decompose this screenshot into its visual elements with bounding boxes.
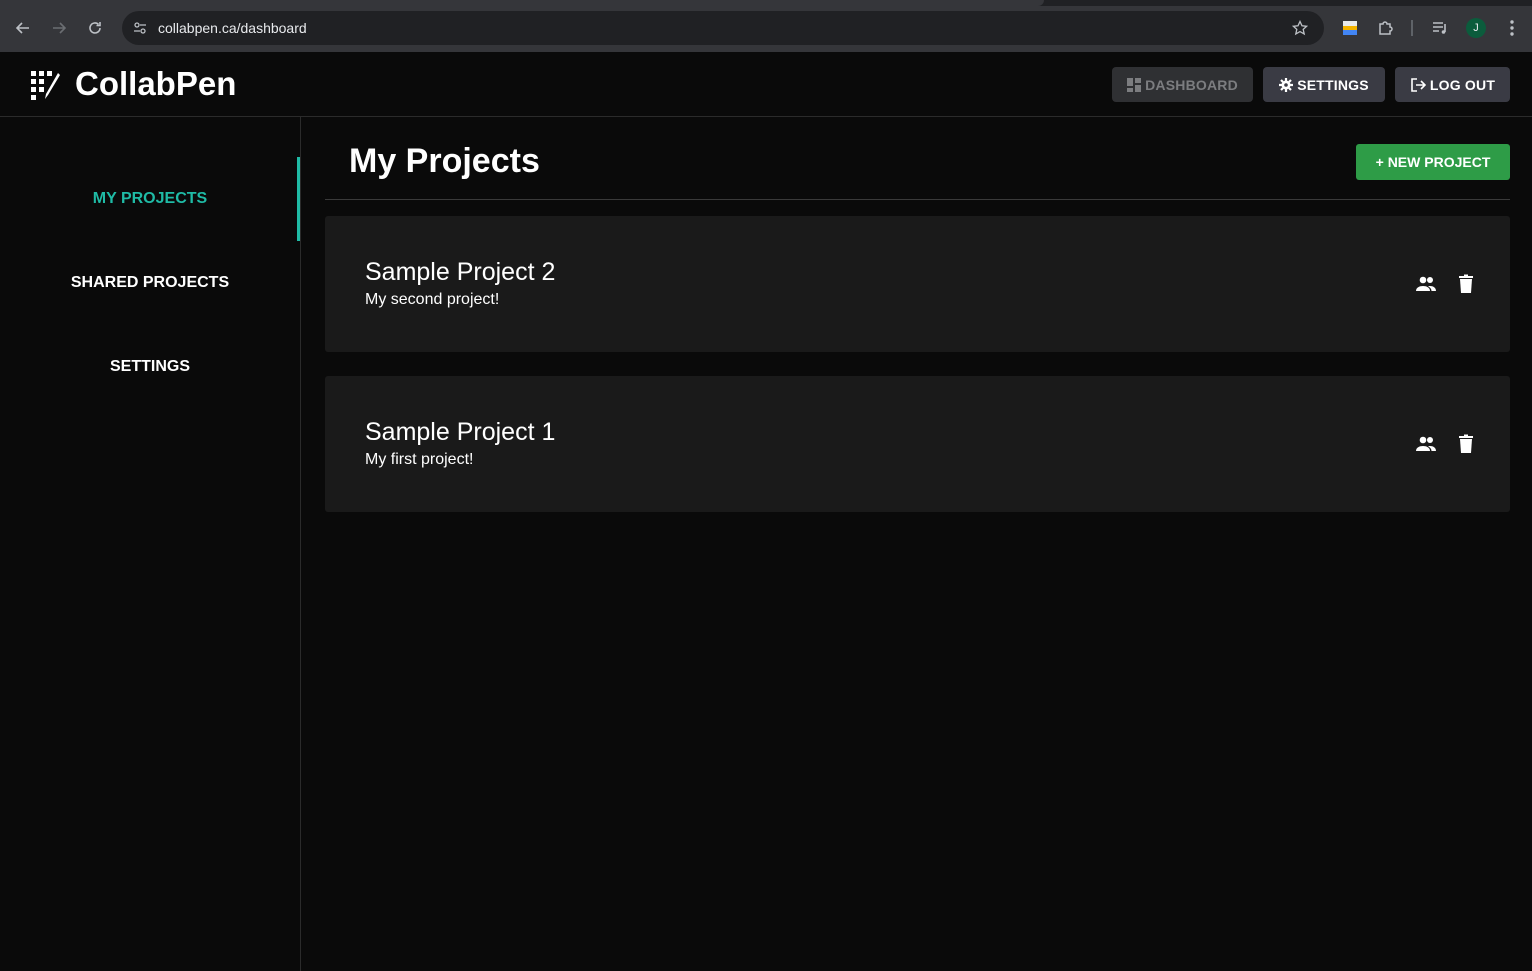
project-card[interactable]: Sample Project 1 My first project! bbox=[325, 376, 1510, 512]
share-people-icon[interactable] bbox=[1414, 272, 1438, 296]
new-project-button[interactable]: + NEW PROJECT bbox=[1356, 144, 1510, 180]
active-indicator bbox=[297, 157, 300, 241]
bookmark-star-icon[interactable] bbox=[1291, 19, 1309, 36]
forward-icon[interactable] bbox=[47, 16, 71, 40]
dashboard-icon bbox=[1127, 77, 1142, 92]
toolbar-divider bbox=[1411, 20, 1413, 36]
dashboard-button[interactable]: DASHBOARD bbox=[1112, 67, 1253, 102]
project-name[interactable]: Sample Project 2 bbox=[365, 258, 555, 287]
extension-icon[interactable] bbox=[1340, 18, 1360, 38]
profile-avatar[interactable]: J bbox=[1466, 18, 1486, 38]
logout-button[interactable]: LOG OUT bbox=[1395, 67, 1510, 102]
share-people-icon[interactable] bbox=[1414, 432, 1438, 456]
project-name[interactable]: Sample Project 1 bbox=[365, 418, 555, 447]
site-info-icon[interactable] bbox=[132, 20, 148, 36]
settings-button[interactable]: SETTINGS bbox=[1263, 67, 1385, 102]
address-bar[interactable]: collabpen.ca/dashboard bbox=[122, 11, 1324, 45]
back-icon[interactable] bbox=[11, 16, 35, 40]
active-tab[interactable] bbox=[0, 0, 1044, 6]
browser-toolbar: collabpen.ca/dashboard J bbox=[0, 0, 1532, 52]
sidebar-item-settings[interactable]: SETTINGS bbox=[0, 325, 300, 409]
project-description: My first project! bbox=[365, 451, 474, 468]
dashboard-label: DASHBOARD bbox=[1145, 76, 1238, 93]
sidebar-item-shared-projects[interactable]: SHARED PROJECTS bbox=[0, 241, 300, 325]
puzzle-icon[interactable] bbox=[1376, 18, 1396, 38]
gear-icon bbox=[1279, 77, 1294, 92]
trash-icon[interactable] bbox=[1454, 432, 1478, 456]
logo-icon bbox=[30, 69, 62, 101]
divider bbox=[325, 199, 1510, 200]
sidebar: MY PROJECTS SHARED PROJECTS SETTINGS bbox=[0, 117, 301, 971]
app-header: CollabPen DASHBOARD SETTINGS LOG OUT bbox=[0, 52, 1532, 117]
page-title: My Projects bbox=[349, 142, 540, 180]
reload-icon[interactable] bbox=[83, 16, 107, 40]
project-card[interactable]: Sample Project 2 My second project! bbox=[325, 216, 1510, 352]
logout-label: LOG OUT bbox=[1429, 76, 1496, 93]
app-name[interactable]: CollabPen bbox=[75, 65, 236, 103]
logout-icon bbox=[1411, 77, 1426, 92]
url-text[interactable]: collabpen.ca/dashboard bbox=[158, 20, 307, 36]
project-description: My second project! bbox=[365, 291, 500, 308]
settings-label: SETTINGS bbox=[1297, 76, 1369, 93]
sidebar-item-my-projects[interactable]: MY PROJECTS bbox=[0, 157, 300, 241]
media-queue-icon[interactable] bbox=[1430, 18, 1450, 38]
more-menu-icon[interactable] bbox=[1502, 18, 1522, 38]
trash-icon[interactable] bbox=[1454, 272, 1478, 296]
